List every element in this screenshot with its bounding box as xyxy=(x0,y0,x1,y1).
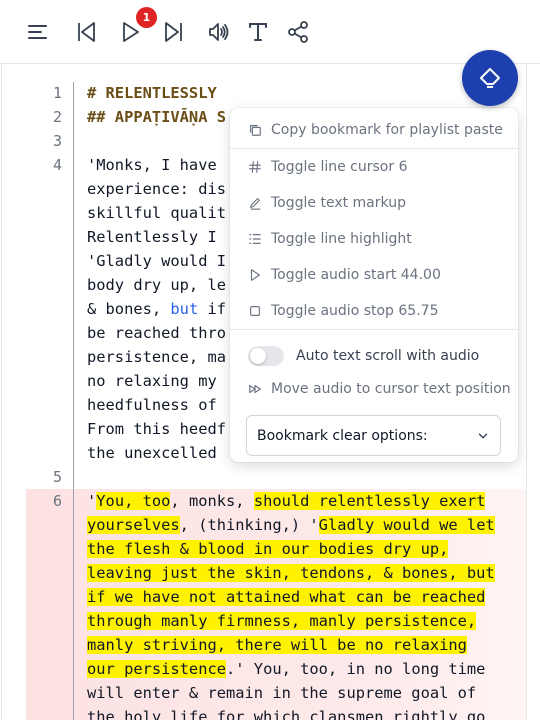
bookmark-menu: Copy bookmark for playlist paste Toggle … xyxy=(230,108,518,462)
speech-button[interactable] xyxy=(202,16,234,48)
notification-badge: 1 xyxy=(136,7,157,28)
fast-forward-icon xyxy=(249,384,261,394)
list-icon xyxy=(249,234,261,244)
highlight-span: if we have not attained what can be reac… xyxy=(87,588,486,606)
toolbar: 1 xyxy=(0,0,540,64)
line-number: 1 xyxy=(52,84,62,102)
code-line[interactable]: the flesh & blood in our bodies dry up, xyxy=(87,537,449,561)
code-line[interactable]: no relaxing my xyxy=(87,369,217,393)
code-text: , (thinking,) ' xyxy=(179,516,319,534)
menu-item-label: Toggle line highlight xyxy=(271,231,412,247)
menu-item-label: Toggle audio stop 65.75 xyxy=(271,303,439,319)
skip-previous-icon xyxy=(78,22,95,42)
code-line[interactable]: be reached thro xyxy=(87,321,226,345)
code-text: if xyxy=(198,300,227,318)
code-line[interactable]: the unexcelled xyxy=(87,441,217,465)
highlight-span: should relentlessly exert xyxy=(253,492,486,510)
keyword-token: but xyxy=(170,300,199,318)
menu-item-label: Auto text scroll with audio xyxy=(296,348,480,364)
highlight-span: through manly firmness, manly persistenc… xyxy=(87,612,477,630)
line-number: 4 xyxy=(52,156,62,174)
code-line[interactable]: experience: dis xyxy=(87,177,226,201)
copy-icon xyxy=(250,125,261,136)
menu-icon xyxy=(28,25,47,39)
code-line[interactable]: leaving just the skin, tendons, & bones,… xyxy=(87,561,495,585)
code-line[interactable]: will enter & remain in the supreme goal … xyxy=(87,681,476,705)
menu-divider xyxy=(230,148,518,149)
move-audio-item[interactable]: Move audio to cursor text position xyxy=(248,377,511,401)
select-label: Bookmark clear options: xyxy=(257,427,428,444)
code-line[interactable]: 'Gladly would I xyxy=(87,249,226,273)
toggle-audio-start-item[interactable]: Toggle audio start 44.00 xyxy=(248,263,441,287)
code-text: ' xyxy=(87,492,97,510)
line-number: 2 xyxy=(52,108,62,126)
stop-icon xyxy=(250,306,260,316)
code-line[interactable]: heedfulness of xyxy=(87,393,217,417)
auto-scroll-item[interactable]: Auto text scroll with audio xyxy=(248,344,479,368)
highlight-span: yourselves xyxy=(87,516,180,534)
menu-item-label: Toggle text markup xyxy=(271,195,406,211)
code-line[interactable]: # RELENTLESSLY xyxy=(87,81,217,105)
code-line[interactable]: yourselves, (thinking,) 'Gladly would we… xyxy=(87,513,495,537)
code-line[interactable]: our persistence.' You, too, in no long t… xyxy=(87,657,485,681)
menu-button[interactable] xyxy=(22,16,54,48)
code-line[interactable]: Relentlessly I xyxy=(87,225,217,249)
code-line[interactable]: From this heedf xyxy=(87,417,226,441)
menu-item-label: Toggle audio start 44.00 xyxy=(271,267,441,283)
menu-item-label: Move audio to cursor text position xyxy=(271,381,511,397)
hash-icon xyxy=(249,161,261,173)
highlight-span: leaving just the skin, tendons, & bones,… xyxy=(87,564,495,582)
speaker-icon xyxy=(209,23,229,41)
code-line[interactable]: persistence, ma xyxy=(87,345,226,369)
code-line[interactable]: manly striving, there will be no relaxin… xyxy=(87,633,467,657)
share-icon xyxy=(288,21,308,43)
line-number: 6 xyxy=(52,492,62,510)
menu-item-label: Toggle line cursor 6 xyxy=(271,159,408,175)
code-line[interactable]: through manly firmness, manly persistenc… xyxy=(87,609,477,633)
highlight-span: You, too xyxy=(96,492,171,510)
toggle-markup-item[interactable]: Toggle text markup xyxy=(248,191,406,215)
code-text: , monks, xyxy=(170,492,254,510)
code-text: .' You, too, in no long time xyxy=(226,660,486,678)
code-line[interactable]: if we have not attained what can be reac… xyxy=(87,585,486,609)
text-format-button[interactable] xyxy=(242,16,274,48)
editor-border xyxy=(1,64,2,720)
bookmark-fab[interactable] xyxy=(462,50,518,106)
code-text: & bones, xyxy=(87,300,171,318)
copy-bookmark-item[interactable]: Copy bookmark for playlist paste xyxy=(248,118,503,142)
code-line[interactable]: 'Monks, I have xyxy=(87,153,217,177)
auto-scroll-toggle[interactable] xyxy=(248,346,284,366)
highlight-span: Gladly would we let xyxy=(318,516,495,534)
bookmark-tag-icon xyxy=(480,68,500,88)
menu-divider xyxy=(230,329,518,330)
highlight-span: our persistence xyxy=(87,660,226,678)
editor-border xyxy=(526,64,527,720)
code-line[interactable]: body dry up, le xyxy=(87,273,226,297)
code-line[interactable]: & bones, but if xyxy=(87,297,226,321)
line-number: 5 xyxy=(52,468,62,486)
gutter-divider xyxy=(73,82,74,720)
code-line[interactable]: 'You, too, monks, should relentlessly ex… xyxy=(87,489,486,513)
next-button[interactable] xyxy=(158,16,190,48)
previous-button[interactable] xyxy=(70,16,102,48)
line-number: 3 xyxy=(52,132,62,150)
toggle-cursor-item[interactable]: Toggle line cursor 6 xyxy=(248,155,407,179)
code-line[interactable]: skillful qualit xyxy=(87,201,226,225)
code-line[interactable]: the holy life for which clansmen rightly… xyxy=(87,705,485,720)
pen-icon xyxy=(250,198,261,210)
skip-next-icon xyxy=(165,22,182,42)
highlight-span: manly striving, there will be no relaxin… xyxy=(87,636,467,654)
code-line[interactable]: ## APPAṬIVĀṆA S xyxy=(87,105,226,129)
bookmark-clear-select[interactable]: Bookmark clear options: xyxy=(246,415,501,456)
play-icon xyxy=(250,269,260,281)
share-button[interactable] xyxy=(282,16,314,48)
toggle-highlight-item[interactable]: Toggle line highlight xyxy=(248,227,412,251)
text-format-icon xyxy=(249,23,267,41)
highlight-span: the flesh & blood in our bodies dry up, xyxy=(87,540,449,558)
toggle-audio-stop-item[interactable]: Toggle audio stop 65.75 xyxy=(248,299,438,323)
menu-item-label: Copy bookmark for playlist paste xyxy=(271,122,503,138)
chevron-down-icon xyxy=(478,433,488,438)
